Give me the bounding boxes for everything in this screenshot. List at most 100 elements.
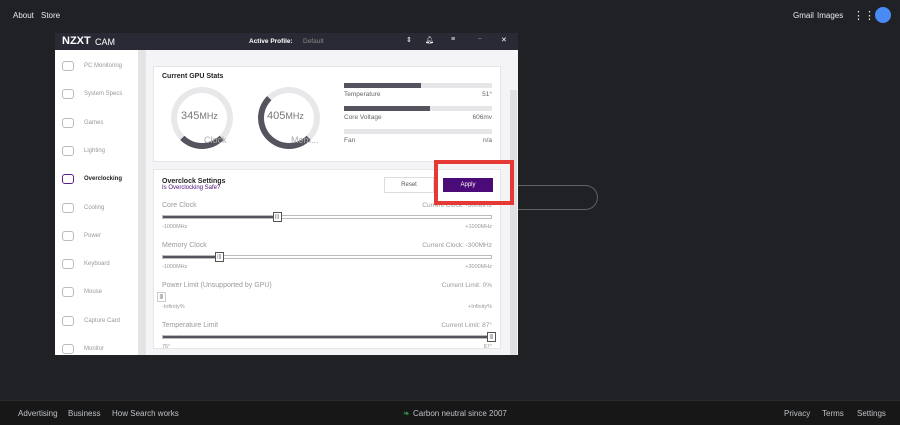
slider-current: Current Limit: 87° — [441, 322, 492, 329]
slider-label: Power Limit (Unsupported by GPU) — [162, 282, 272, 289]
overclocking-safe-link[interactable]: Is Overclocking Safe? — [162, 185, 220, 191]
stat-label: Temperature — [344, 91, 381, 98]
slider-current: Current Clock: -300MHz — [422, 242, 492, 249]
slider-min: -1000MHz — [162, 224, 188, 230]
sidebar-item-overclocking[interactable]: Overclocking — [55, 169, 138, 189]
leaf-icon: ❧ — [403, 409, 410, 418]
slider-min: -1000MHz — [162, 264, 188, 270]
slider-track[interactable] — [162, 295, 492, 299]
sidebar-item-monitor[interactable]: Monitor — [55, 339, 138, 355]
slider-current: Current Limit: 0% — [441, 282, 492, 289]
sidebar-item-label: Mouse — [84, 289, 103, 296]
sidebar-item-label: System Specs — [84, 91, 123, 98]
reset-button[interactable]: Reset — [384, 177, 434, 193]
stat-label: Fan — [344, 137, 356, 144]
how-search-works-link[interactable]: How Search works — [112, 409, 179, 418]
sidebar-item-mouse[interactable]: Mouse — [55, 282, 138, 302]
slider-thumb[interactable]: ||| — [487, 332, 496, 342]
stat-bar — [344, 129, 492, 134]
slider-label: Memory Clock — [162, 242, 207, 249]
sidebar-item-games[interactable]: Games — [55, 113, 138, 133]
stat-label: Core Voltage — [344, 114, 382, 121]
sidebar-item-pc-monitoring[interactable]: PC Monitoring — [55, 56, 138, 76]
terms-link[interactable]: Terms — [822, 409, 844, 418]
stat-value: 606mv — [472, 114, 492, 121]
slider-thumb[interactable]: ||| — [214, 252, 224, 262]
sidebar-item-label: Keyboard — [84, 261, 110, 268]
avatar[interactable] — [875, 7, 891, 23]
sidebar-item-label: Overclocking — [84, 176, 123, 183]
system-specs-icon — [62, 89, 74, 100]
stat-value: n/a — [482, 137, 492, 144]
store-link[interactable]: Store — [41, 11, 60, 20]
sidebar-item-system-specs[interactable]: System Specs — [55, 84, 138, 104]
slider-track[interactable] — [162, 255, 492, 259]
stat-value: 51° — [482, 91, 492, 98]
memory-label: Mem... — [291, 135, 319, 145]
gmail-link[interactable]: Gmail — [793, 11, 814, 20]
minimize-icon[interactable]: – — [478, 35, 482, 42]
slider-max: +Infinity% — [468, 304, 492, 310]
sidebar-item-power[interactable]: Power — [55, 226, 138, 246]
stat-bar — [344, 106, 492, 111]
mouse-icon — [62, 287, 74, 298]
slider-track[interactable] — [162, 335, 492, 339]
slider-max: +3000MHz — [465, 264, 492, 270]
sidebar-item-lighting[interactable]: Lighting — [55, 141, 138, 161]
slider-track[interactable] — [162, 215, 492, 219]
carbon-neutral-text[interactable]: Carbon neutral since 2007 — [413, 409, 507, 418]
slider-min: -Infinity% — [162, 304, 185, 310]
gpu-stats-title: Current GPU Stats — [162, 73, 224, 80]
keyboard-icon — [62, 259, 74, 270]
sidebar-scrollbar[interactable] — [138, 50, 146, 355]
advertising-link[interactable]: Advertising — [18, 409, 58, 418]
sidebar-item-label: Power — [84, 232, 102, 239]
slider-thumb[interactable]: ||| — [157, 292, 166, 302]
settings-link[interactable]: Settings — [857, 409, 886, 418]
sidebar-item-label: PC Monitoring — [84, 63, 123, 69]
gpu-stats-card: Current GPU Stats 345MHz Clock 405MHz Me… — [153, 66, 501, 162]
active-profile-select[interactable]: Default — [303, 38, 324, 45]
slider-min: 75° — [162, 344, 171, 350]
sidebar-item-capture-card[interactable]: Capture Card — [55, 311, 138, 331]
logo-sub: CAM — [95, 37, 115, 47]
games-icon — [62, 117, 74, 128]
pc-monitoring-icon — [62, 61, 74, 71]
footer: Advertising Business How Search works ❧ … — [0, 400, 900, 425]
bell-icon[interactable]: 🔔︎ — [425, 36, 434, 44]
images-link[interactable]: Images — [817, 11, 843, 20]
sidebar-item-label: Capture Card — [84, 317, 121, 324]
sidebar-item-label: Lighting — [84, 147, 106, 154]
sidebar-item-label: Games — [84, 119, 104, 126]
overclock-title: Overclock Settings — [162, 178, 226, 185]
slider-thumb[interactable]: ||| — [272, 212, 282, 222]
clock-value: 345 — [181, 110, 200, 122]
power-icon — [62, 230, 74, 241]
highlight-box — [434, 160, 514, 205]
slider-max: +1000MHz — [465, 224, 492, 230]
title-bar: NZXT CAM Active Profile: Default ⇕ 🔔︎ ≡ … — [55, 33, 518, 50]
memory-value: 405 — [267, 110, 286, 122]
business-link[interactable]: Business — [68, 409, 100, 418]
sidebar-item-cooling[interactable]: Cooling — [55, 198, 138, 218]
overclocking-icon — [62, 174, 74, 185]
stat-bar — [344, 83, 492, 88]
lighting-icon — [62, 145, 74, 156]
slider-label: Temperature Limit — [162, 322, 219, 329]
profile-sort-icon[interactable]: ⇕ — [406, 36, 412, 44]
sidebar-item-label: Cooling — [84, 204, 105, 211]
clock-label: Clock — [204, 135, 227, 145]
active-profile-label: Active Profile: — [249, 38, 293, 45]
privacy-link[interactable]: Privacy — [784, 409, 810, 418]
memory-unit: MHz — [285, 111, 304, 121]
content-scrollbar[interactable] — [510, 90, 517, 355]
about-link[interactable]: About — [13, 11, 34, 20]
clock-unit: MHz — [199, 111, 218, 121]
logo: NZXT — [62, 35, 91, 47]
capture-card-icon — [62, 315, 74, 326]
menu-icon[interactable]: ≡ — [451, 36, 455, 43]
slider-label: Core Clock — [162, 202, 197, 209]
close-icon[interactable]: ✕ — [501, 36, 507, 44]
sidebar-item-keyboard[interactable]: Keyboard — [55, 254, 138, 274]
slider-max: 87° — [483, 344, 492, 350]
